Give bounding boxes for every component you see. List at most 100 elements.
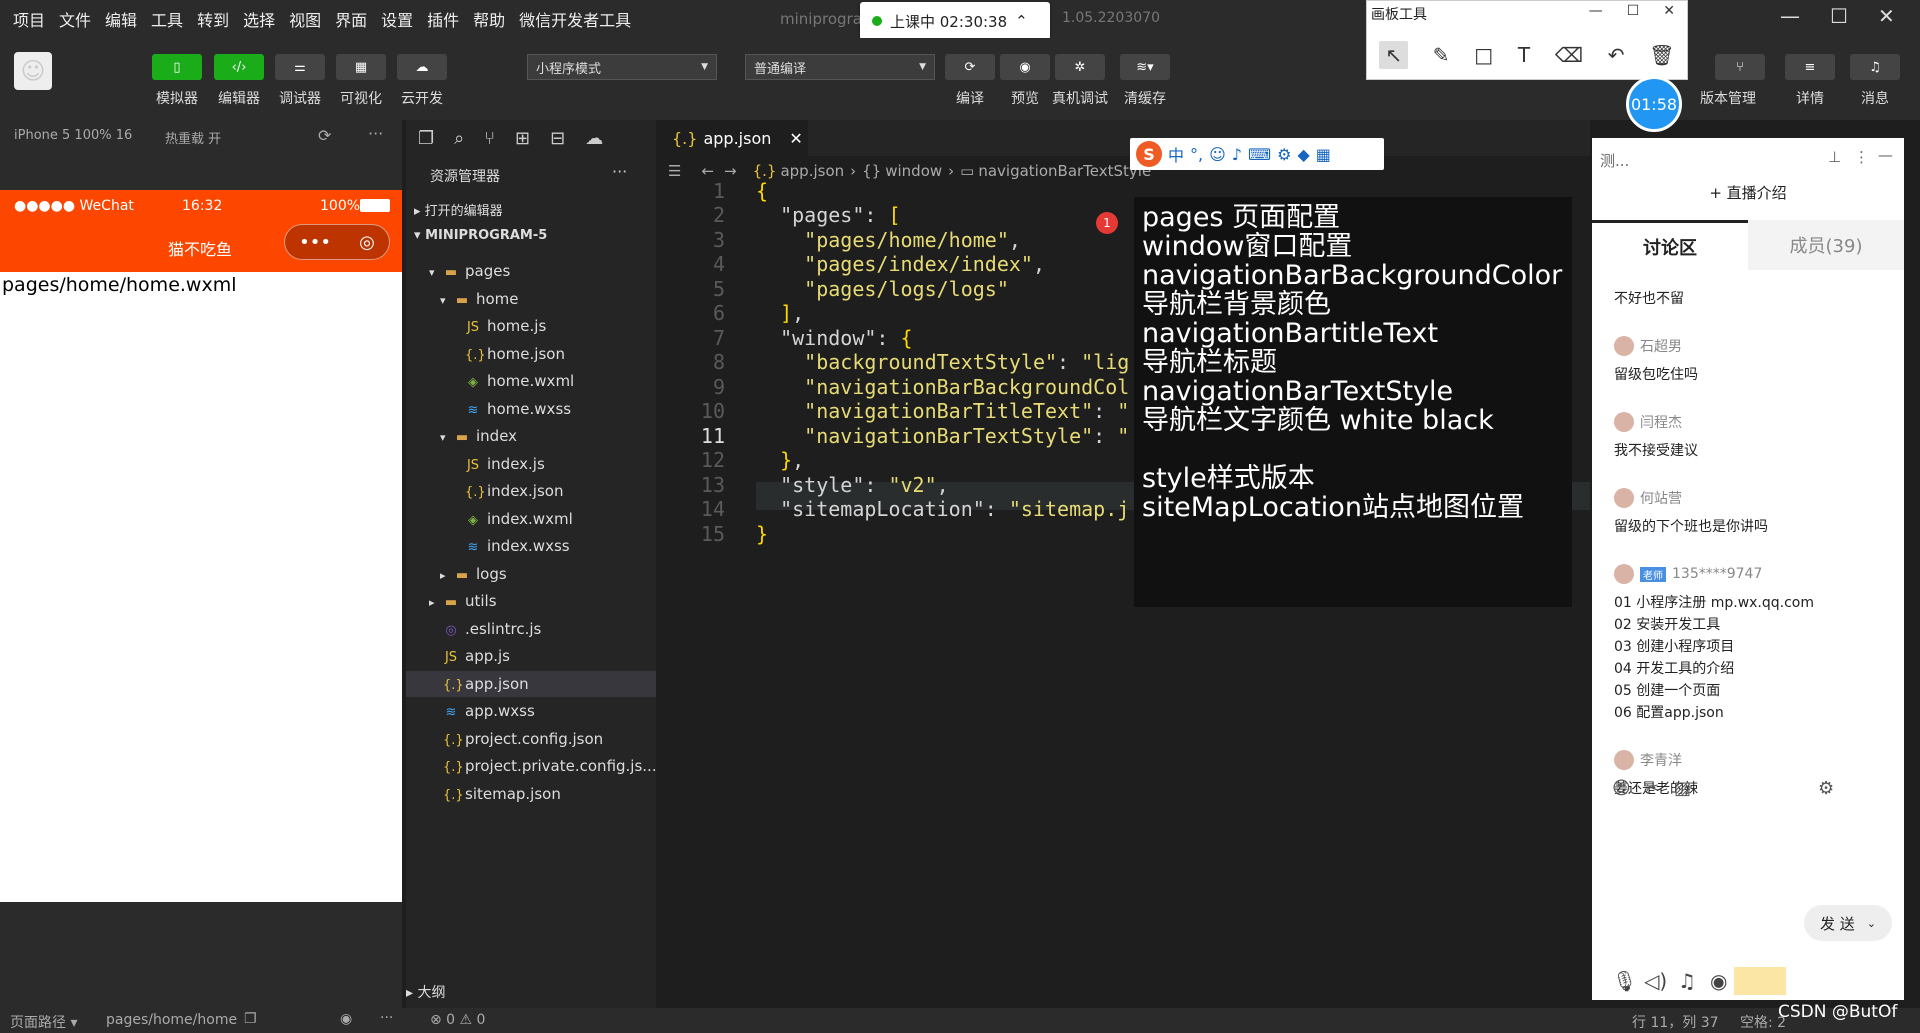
tree-item[interactable]: JS home.js [406,313,656,339]
search-icon[interactable]: ⌕ [454,128,464,149]
debug-icon[interactable]: ⊟ [550,128,565,149]
pen-icon[interactable]: ✎ [1433,43,1450,67]
ime-lang[interactable]: 中 [1168,142,1184,166]
menu-item[interactable]: 微信开发者工具 [512,7,638,31]
tree-arrow-icon[interactable]: ▾ [440,288,454,314]
class-status-pill[interactable]: 上课中 02:30:38 ⌃ [860,2,1050,40]
menu-item[interactable]: 转到 [190,7,236,31]
maximize-icon[interactable]: ☐ [1830,4,1848,28]
punct-icon[interactable]: °, [1190,145,1203,164]
mode-select[interactable]: 小程序模式 ▼ [527,54,717,80]
avatar[interactable] [1614,488,1634,508]
avatar[interactable] [1614,412,1634,432]
rotate-icon[interactable]: ⟳ [318,126,331,145]
tree-item[interactable]: {.}project.private.config.js... [406,753,657,779]
timer-badge[interactable]: 01:58 [1626,76,1682,132]
device-select[interactable]: iPhone 5 100% 16 [14,128,132,143]
minimize-icon[interactable]: — [1589,3,1603,19]
ime-toolbar[interactable]: S 中 °, ☺ ♪ ⌨ ⚙ ◆ ▦ [1130,138,1384,170]
tree-item[interactable]: JS index.js [406,451,656,477]
tree-item[interactable]: ▾ ▬ index [406,423,656,449]
minimize-icon[interactable]: — [1780,4,1800,28]
tab-app-json[interactable]: {.} app.json ✕ [660,120,808,156]
pointer-icon[interactable]: ↖ [1379,41,1409,69]
message-author[interactable]: 闫程杰 [1614,412,1682,432]
tree-item[interactable]: ≋ app.wxss [406,698,656,724]
tree-item[interactable]: {.}home.json [406,341,656,367]
preview-button[interactable]: ◉ [1000,54,1050,80]
tree-item[interactable]: ≋ index.wxss [406,533,656,559]
message-author[interactable]: 老师 135****9747 [1614,564,1762,584]
avatar[interactable] [1614,336,1634,356]
breadcrumb-window[interactable]: window [885,162,942,180]
menu-item[interactable]: 帮助 [466,7,512,31]
outline-section[interactable]: ▸ 大纲 [406,982,445,1002]
image-icon[interactable]: ▨ [1674,778,1691,799]
tree-arrow-icon[interactable]: ▸ [429,590,443,616]
menu-item[interactable]: 项目 [6,7,52,31]
tree-item[interactable]: {.}project.config.json [406,726,656,752]
emoji-icon[interactable]: ☺ [1612,778,1631,799]
trash-icon[interactable]: 🗑 [1649,43,1674,67]
clear-cache-button[interactable]: ≋▾ [1120,54,1170,80]
tree-item[interactable]: ◈ home.wxml [406,368,656,394]
open-editors-section[interactable]: ▸ 打开的编辑器 [414,200,503,219]
menu-item[interactable]: 选择 [236,7,282,31]
close-icon[interactable]: ✕ [1663,3,1675,19]
tree-item[interactable]: {.}app.json [406,670,656,697]
compile-button[interactable]: ⟳ [945,54,995,80]
close-icon[interactable]: ✕ [789,129,802,148]
speaker-icon[interactable]: ◁) [1644,969,1667,993]
toolbox-icon[interactable]: ⚙ [1277,145,1291,164]
message-author[interactable]: 李青洋 [1614,750,1682,770]
avatar[interactable] [1614,564,1634,584]
close-icon[interactable]: ✕ [1878,4,1895,28]
menu-item[interactable]: 编辑 [98,7,144,31]
settings-icon[interactable]: ⚙ [1818,778,1834,799]
music-icon[interactable]: ♫ [1678,969,1696,993]
live-intro-link[interactable]: + 直播介绍 [1592,182,1904,203]
tree-arrow-icon[interactable]: ▾ [440,425,454,451]
tree-arrow-icon[interactable]: ▾ [429,260,443,286]
menu-item[interactable]: 视图 [282,7,328,31]
page-path-select[interactable]: 页面路径 ▾ [10,1012,77,1032]
menu-item[interactable]: 插件 [420,7,466,31]
more-icon[interactable]: ··· [368,124,383,143]
tree-item[interactable]: {.}index.json [406,478,656,504]
chevron-down-icon[interactable]: ⌄ [1867,917,1876,930]
more-icon[interactable]: ··· [380,1010,393,1026]
mic-icon[interactable]: 🎙 [1612,969,1637,993]
grid-icon[interactable]: ▦ [1316,145,1331,164]
mic-icon[interactable]: ♪ [1232,145,1242,164]
messages-button[interactable]: ♫ [1850,54,1900,80]
visual-toggle-button[interactable]: ▦ [336,54,386,80]
debugger-toggle-button[interactable]: ⚌ [275,54,325,80]
details-button[interactable]: ≡ [1785,54,1835,80]
message-author[interactable]: 何站营 [1614,488,1682,508]
extensions-icon[interactable]: ⊞ [515,128,530,149]
back-icon[interactable]: ← [701,162,714,180]
eye-icon[interactable]: ◉ [340,1011,352,1027]
skin-icon[interactable]: ◆ [1297,145,1309,164]
breadcrumb-property[interactable]: navigationBarTextStyle [978,162,1151,180]
tree-item[interactable]: ▸ ▬ utils [406,588,656,614]
tree-item[interactable]: JS app.js [406,643,656,669]
menu-item[interactable]: 文件 [52,7,98,31]
editor-toggle-button[interactable]: ‹/› [214,54,264,80]
menu-item[interactable]: 界面 [328,7,374,31]
avatar[interactable]: ☺ [14,52,52,90]
send-button[interactable]: 发 送 ⌄ [1804,905,1892,941]
pin-icon[interactable]: ⊥ [1828,148,1841,166]
chat-search[interactable]: 测... [1600,152,1629,170]
cloud-icon[interactable]: ☁ [585,128,603,149]
more-dots-icon[interactable]: ••• [299,232,331,253]
forward-icon[interactable]: → [724,162,737,180]
version-mgmt-button[interactable]: ⑂ [1715,54,1765,80]
tree-item[interactable]: {.}sitemap.json [406,781,656,807]
record-icon[interactable]: ◎ [359,232,375,253]
tree-item[interactable]: ▾ ▬ home [406,286,656,312]
breadcrumb-file[interactable]: app.json [780,162,844,180]
problems-count[interactable]: ⊗ 0 ⚠ 0 [430,1012,485,1028]
project-section[interactable]: ▾ MINIPROGRAM-5 [414,228,547,243]
tree-item[interactable]: ▸ ▬ logs [406,561,656,587]
